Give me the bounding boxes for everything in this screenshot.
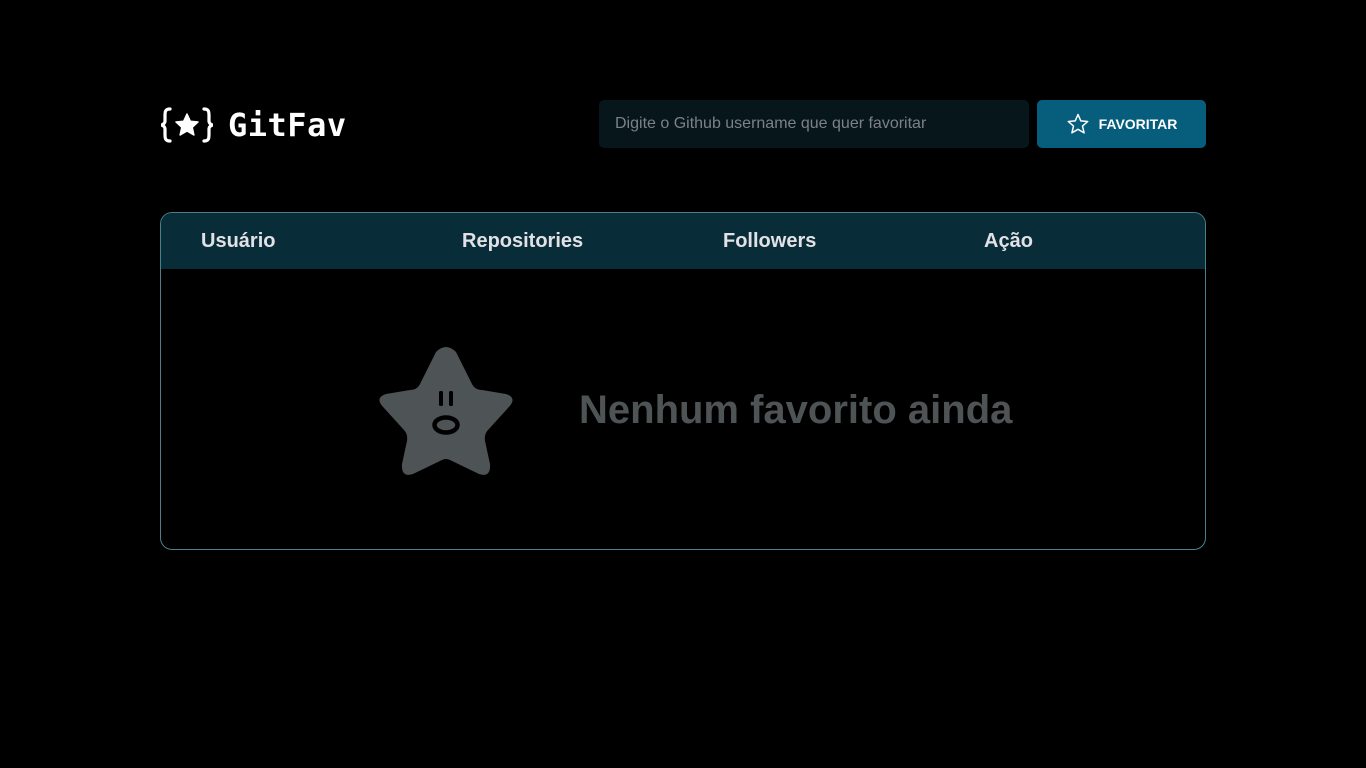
column-header-user: Usuário (201, 230, 276, 252)
logo: GitFav (160, 104, 347, 146)
star-outline-icon (1067, 113, 1089, 134)
star-braces-logo-icon (160, 107, 214, 143)
column-header-action: Ação (984, 230, 1033, 252)
favorite-button[interactable]: FAVORITAR (1037, 100, 1206, 148)
favorites-table: Usuário Repositories Followers Ação Nenh… (160, 212, 1206, 550)
column-header-repositories: Repositories (462, 230, 584, 252)
empty-state: Nenhum favorito ainda (161, 269, 1205, 549)
github-username-input[interactable] (599, 100, 1029, 148)
sad-star-icon (379, 347, 513, 475)
column-header-followers: Followers (723, 230, 817, 252)
favorite-button-label: FAVORITAR (1098, 116, 1178, 132)
empty-state-message: Nenhum favorito ainda (579, 388, 1013, 432)
app-page: GitFav FAVORITAR Usuário Repositories Fo… (0, 0, 1366, 768)
app-title: GitFav (228, 106, 347, 144)
table-header: Usuário Repositories Followers Ação (161, 213, 1205, 269)
